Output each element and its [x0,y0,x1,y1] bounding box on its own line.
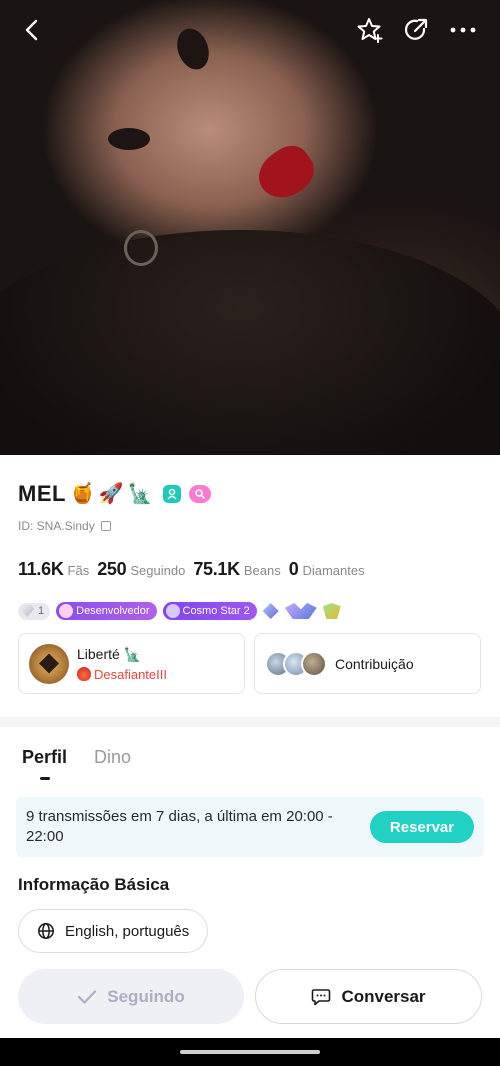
cosmo-label: Cosmo Star 2 [182,605,250,617]
cosmo-star-badge[interactable]: Cosmo Star 2 [162,602,257,620]
rank-tier: DesafianteIII [94,666,167,682]
share-icon [404,18,428,40]
photo-hair [0,230,500,455]
name-row: MEL 🍯 🚀 🗽 [18,481,211,507]
diamonds-count[interactable]: 0 [289,559,299,580]
bottom-action-bar: Seguindo Conversar [0,954,500,1038]
rank-title: Liberté 🗽 [77,645,142,662]
avatar [301,650,327,677]
favorite-button[interactable] [352,12,388,48]
photo-earring [124,230,158,266]
broadcast-schedule: 9 transmissões em 7 dias, a última em 20… [16,797,484,857]
contribution-label: Contribuição [335,655,414,672]
chevron-left-icon [25,19,38,41]
crystal-badge-icon[interactable] [262,603,279,619]
share-button[interactable] [398,12,434,48]
diamond-icon [20,605,34,617]
more-dots-icon [450,27,476,33]
cards-row: Liberté 🗽 DesafianteIII Contribuição [18,633,481,694]
mask-badge-icon[interactable] [322,603,341,619]
following-label: Seguindo [130,563,186,578]
globe-icon [38,923,54,939]
following-count[interactable]: 250 [97,559,126,580]
basic-info-title: Informação Básica [18,875,170,894]
wings-badge-icon[interactable] [284,603,317,619]
check-icon [78,989,97,1004]
following-label: Seguindo [107,986,185,1006]
home-indicator[interactable] [180,1050,320,1054]
stats-row: 11.6K Fãs 250 Seguindo 75.1K Beans 0 Dia… [18,559,373,580]
chat-label: Conversar [341,986,426,1006]
user-id-row: ID: SNA.Sindy [18,519,111,533]
rank-card[interactable]: Liberté 🗽 DesafianteIII [18,633,245,694]
cosmo-icon [165,604,180,618]
rocket-emoji: 🚀 [98,483,124,505]
chat-bubble-icon [312,988,331,1005]
system-nav-bar [0,1038,500,1066]
level-badge[interactable]: 1 [18,602,51,620]
photo-eye [108,128,150,150]
more-options-button[interactable] [445,12,481,48]
contribution-card[interactable]: Contribuição [254,633,481,694]
profile-name: MEL [18,481,66,506]
schedule-text: 9 transmissões em 7 dias, a última em 20… [26,808,333,845]
fans-label: Fãs [67,563,90,578]
profile-tabs: Perfil Dino [22,747,131,780]
user-id: ID: SNA.Sindy [18,519,95,533]
copy-icon[interactable] [100,521,111,531]
statue-of-liberty-emoji: 🗽 [127,483,153,505]
rank-subtitle: DesafianteIII [77,667,167,682]
developer-icon [59,604,74,618]
following-button[interactable]: Seguindo [18,969,244,1024]
contributor-avatars [265,650,327,677]
honey-emoji: 🍯 [69,483,95,505]
developer-label: Desenvolvedor [76,605,150,617]
tab-dino[interactable]: Dino [94,747,131,768]
star-add-icon [357,18,383,43]
back-button[interactable] [14,12,50,48]
tab-profile[interactable]: Perfil [22,747,67,780]
badges-row: 1 Desenvolvedor Cosmo Star 2 [18,602,341,620]
profile-photo[interactable] [0,0,500,455]
chat-button[interactable]: Conversar [255,969,482,1024]
language-pill: English, português [18,909,209,953]
languages-text: English, português [65,922,190,940]
reserve-button[interactable]: Reservar [370,811,474,843]
top-bar [0,0,500,60]
fire-icon [77,667,91,681]
gender-icon [162,485,181,503]
photo-lips [249,138,323,208]
diamonds-label: Diamantes [302,563,365,578]
fans-count[interactable]: 11.6K [18,559,64,580]
beans-label: Beans [243,563,281,578]
developer-badge[interactable]: Desenvolvedor [56,602,157,620]
beans-count[interactable]: 75.1K [193,559,240,580]
rank-medal-icon [29,643,69,684]
section-divider [0,717,500,727]
search-tag-icon[interactable] [188,485,211,503]
level-value: 1 [38,605,45,617]
